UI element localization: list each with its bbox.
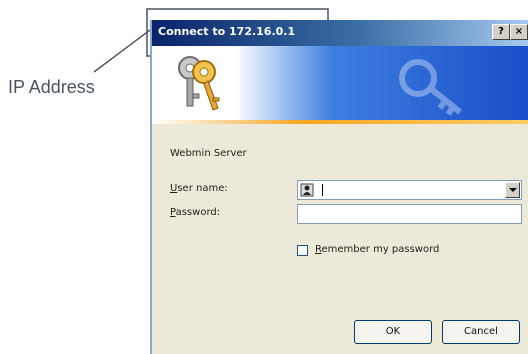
remember-password-checkbox[interactable] xyxy=(297,245,308,256)
text-caret xyxy=(322,184,323,196)
username-label-rest: ser name: xyxy=(177,183,228,194)
username-label: User name: xyxy=(170,183,228,194)
chevron-down-icon[interactable] xyxy=(505,182,520,198)
banner-stripe xyxy=(152,120,528,124)
password-field[interactable] xyxy=(297,204,522,224)
help-icon[interactable]: ? xyxy=(492,24,510,40)
user-icon xyxy=(300,183,314,197)
username-combobox[interactable] xyxy=(297,180,522,200)
password-label-rest: assword: xyxy=(175,207,221,218)
remember-password-label[interactable]: Remember my password xyxy=(315,244,439,255)
remember-label-rest: emember my password xyxy=(321,244,440,255)
dialog-titlebar[interactable]: Connect to 172.16.0.1 ? × xyxy=(152,20,528,46)
cancel-button[interactable]: Cancel xyxy=(442,320,520,344)
dialog-title: Connect to 172.16.0.1 xyxy=(158,25,296,38)
banner-watermark-icon xyxy=(399,59,462,116)
login-dialog: Connect to 172.16.0.1 ? × Webmin Server … xyxy=(150,20,528,354)
server-label: Webmin Server xyxy=(170,148,247,159)
ok-button[interactable]: OK xyxy=(354,320,432,344)
keys-icon xyxy=(178,56,220,111)
password-label: Password: xyxy=(170,207,220,218)
dialog-banner xyxy=(152,46,528,124)
close-icon[interactable]: × xyxy=(510,24,528,40)
